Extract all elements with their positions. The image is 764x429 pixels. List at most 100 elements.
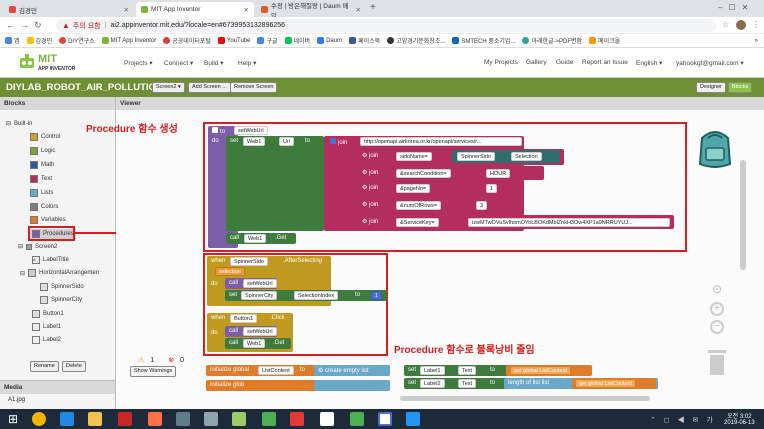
set-property-dropdown[interactable]: Url [279, 137, 295, 146]
search-condition-value[interactable]: HOUR [486, 169, 511, 178]
proc-name-field[interactable]: setWebUrl [234, 126, 268, 135]
number-value[interactable]: 1 [371, 291, 383, 300]
get-global-field[interactable]: get global ListContent [575, 379, 637, 388]
start-button-icon[interactable]: ⊞ [6, 412, 20, 426]
system-tray-icons[interactable]: ⌃ ◻ ◀ ✉ 가 [650, 415, 716, 425]
global-name-field[interactable]: ListContent [258, 366, 294, 375]
component-labeltitle[interactable]: A LabelTitle [32, 256, 69, 264]
vertical-scrollbar[interactable] [740, 160, 746, 270]
pageno-value[interactable]: 1 [486, 184, 498, 193]
set-component-dropdown[interactable]: Label1 [420, 366, 445, 375]
zoom-out-icon[interactable]: − [710, 320, 724, 334]
taskbar-clock[interactable]: 오전 3:02 2019-06-13 [724, 411, 755, 426]
set-component-dropdown[interactable]: Web1 [243, 137, 266, 146]
tree-screen2[interactable]: ⊟ Screen2 [18, 243, 57, 250]
menu-gallery[interactable]: Gallery [526, 59, 547, 66]
chrome-taskbar-icon[interactable] [32, 412, 46, 426]
bookmark-item[interactable]: SMTECH 중소기업... [452, 36, 515, 45]
bookmarks-overflow[interactable]: » [755, 38, 758, 44]
menu-connect[interactable]: Connect ▾ [164, 59, 193, 67]
call-component-dropdown[interactable]: Web1 [244, 234, 267, 243]
browser-tab[interactable]: 수정 | 방은해질랑 | Daum 메일 ✕ [256, 2, 366, 20]
app-taskbar-icon[interactable] [378, 412, 392, 426]
component-label2[interactable]: Label2 [32, 336, 61, 344]
blocks-button[interactable]: Blocks [728, 82, 753, 93]
bookmark-item[interactable]: 네이버 [284, 36, 310, 45]
tab-close-icon[interactable]: ✕ [124, 6, 129, 14]
menu-report-issue[interactable]: Report an Issue [582, 59, 628, 66]
bookmark-item[interactable]: DIY연구소 [59, 36, 95, 45]
backpack-icon[interactable] [692, 124, 738, 170]
builtin-variables[interactable]: Variables [30, 216, 66, 224]
menu-language[interactable]: English ▾ [636, 59, 662, 67]
app-taskbar-icon[interactable] [148, 412, 162, 426]
call-proc-name[interactable]: setWebUrl [243, 279, 277, 288]
browser-tab-active[interactable]: MIT App Inventor ✕ [136, 2, 254, 17]
bookmark-item[interactable]: YouTube [217, 37, 250, 44]
bookmark-item[interactable]: 페이스북 [349, 36, 380, 45]
builtin-lists[interactable]: Lists [30, 189, 53, 197]
horizontal-scrollbar[interactable] [400, 396, 650, 401]
app-taskbar-icon[interactable] [290, 412, 304, 426]
forward-icon[interactable]: → [20, 20, 29, 30]
chrome-menu-icon[interactable]: ⋮ [752, 20, 760, 29]
component-button1[interactable]: Button1 [32, 310, 64, 318]
bookmark-item[interactable]: 김경민 [26, 36, 52, 45]
call-proc-name[interactable]: setWebUrl [243, 327, 277, 336]
join-row-searchcondition[interactable] [358, 166, 544, 180]
set-component-dropdown[interactable]: Label2 [420, 379, 445, 388]
show-warnings-button[interactable]: Show Warnings [130, 366, 177, 377]
trash-icon[interactable] [706, 348, 728, 376]
menu-help[interactable]: Help ▾ [238, 59, 256, 67]
bookmark-star-icon[interactable]: ☆ [722, 20, 729, 29]
designer-button[interactable]: Designer [696, 82, 727, 93]
bookmark-item[interactable]: 아래한글->PDF변환 [522, 36, 582, 45]
servicekey-value[interactable]: izwMTwOVuSvlhomOYoLBOKdMblZnkH3Ow4XP1a9N… [468, 218, 670, 227]
set-property-dropdown[interactable]: Text [458, 366, 477, 375]
bookmark-item[interactable]: Daum [317, 37, 342, 44]
numofrows-value[interactable]: 3 [476, 201, 488, 210]
menu-my-projects[interactable]: My Projects [484, 59, 518, 66]
component-label1[interactable]: Label1 [32, 323, 61, 331]
builtin-control[interactable]: Control [30, 133, 60, 141]
back-icon[interactable]: ← [6, 20, 15, 30]
new-tab-button[interactable]: + [370, 2, 376, 13]
app-taskbar-icon[interactable] [232, 412, 246, 426]
bookmark-item[interactable]: 고양경기문화창조... [387, 36, 445, 45]
app-taskbar-icon[interactable] [118, 412, 132, 426]
pageno-string[interactable]: &pageNo= [396, 184, 431, 193]
explorer-taskbar-icon[interactable] [88, 412, 102, 426]
set-component-dropdown[interactable]: SpinnerCity [241, 291, 278, 300]
recenter-icon[interactable]: ⊙ [710, 282, 724, 296]
add-screen-button[interactable]: Add Screen ... [188, 82, 231, 93]
tree-builtin[interactable]: ⊟ Built-in [6, 120, 32, 128]
getter-property-dropdown[interactable]: Selection [511, 152, 542, 161]
browser-tab[interactable]: 김경민 ✕ [4, 2, 134, 17]
component-spinnercity[interactable]: SpinnerCity [40, 296, 82, 304]
search-condition-string[interactable]: &searchCondition= [396, 169, 451, 178]
numofrows-string[interactable]: &numOfRows= [396, 201, 442, 210]
app-taskbar-icon[interactable] [350, 412, 364, 426]
get-global-field[interactable]: get global ListContent [510, 366, 572, 375]
tab-close-icon[interactable]: ✕ [244, 6, 249, 14]
sido-param-string[interactable]: sidoName= [396, 152, 432, 161]
bookmark-item[interactable]: 구글 [257, 36, 278, 45]
builtin-math[interactable]: Math [30, 161, 54, 169]
list-block[interactable] [314, 380, 390, 391]
url-bar[interactable]: ▲ 주의 요함 | ai2.appinventor.mit.edu/?local… [56, 19, 716, 32]
bookmark-item[interactable]: 앱 [5, 36, 20, 45]
ie-taskbar-icon[interactable] [60, 412, 74, 426]
event-component-dropdown[interactable]: Button1 [230, 314, 257, 323]
builtin-colors[interactable]: Colors [30, 203, 58, 211]
app-taskbar-icon[interactable] [406, 412, 420, 426]
menu-build[interactable]: Build ▾ [204, 59, 224, 67]
menu-guide[interactable]: Guide [556, 59, 573, 66]
menu-projects[interactable]: Projects ▾ [124, 59, 153, 67]
bookmark-item[interactable]: MIT App Inventor [101, 37, 156, 44]
event-param[interactable]: selection [215, 267, 245, 276]
set-property-dropdown[interactable]: Text [458, 379, 477, 388]
app-taskbar-icon[interactable] [204, 412, 218, 426]
reload-icon[interactable]: ↻ [34, 20, 42, 31]
window-controls[interactable]: –☐✕ [718, 3, 754, 12]
set-web1-url-block[interactable] [226, 136, 324, 231]
